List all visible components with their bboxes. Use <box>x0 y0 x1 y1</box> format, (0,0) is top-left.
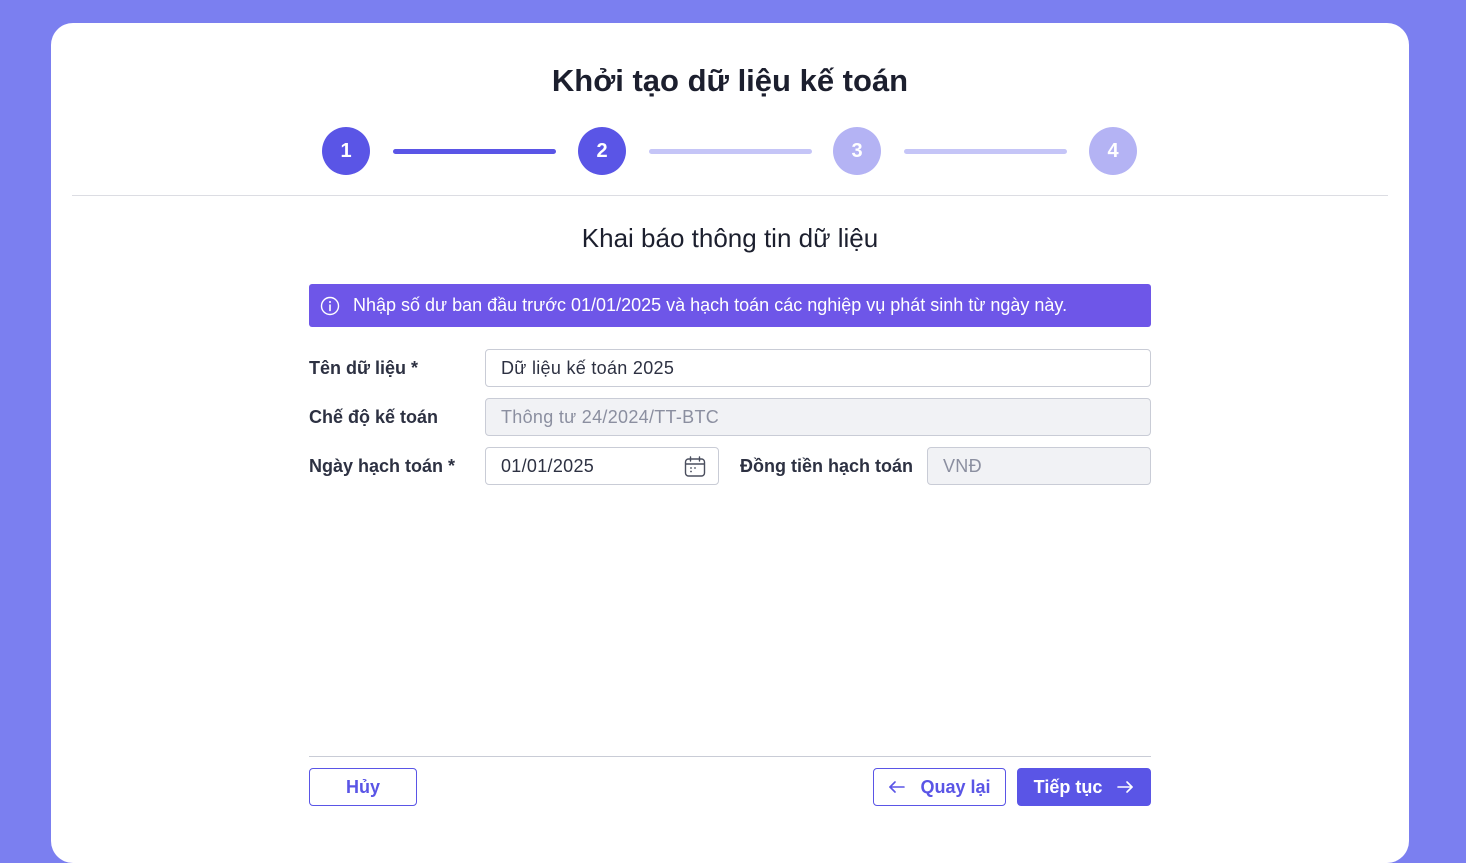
cancel-button-label: Hủy <box>345 776 380 797</box>
next-button[interactable]: Tiếp tục <box>1017 768 1151 806</box>
header-divider <box>72 195 1388 196</box>
arrow-left-icon <box>889 781 906 793</box>
step-4[interactable]: 4 <box>1089 127 1137 175</box>
accounting-regime-field: Thông tư 24/2024/TT-BTC <box>485 398 1151 436</box>
currency-label: Đồng tiền hạch toán <box>740 455 913 476</box>
info-icon <box>320 296 340 315</box>
step-2[interactable]: 2 <box>578 127 626 175</box>
step-3[interactable]: 3 <box>833 127 881 175</box>
step-connector-3-4 <box>904 149 1067 154</box>
step-1[interactable]: 1 <box>322 127 370 175</box>
accounting-date-input[interactable]: 01/01/2025 <box>485 447 719 485</box>
accounting-date-label: Ngày hạch toán * <box>309 455 456 476</box>
info-banner-text: Nhập số dư ban đầu trước 01/01/2025 và h… <box>353 295 1068 315</box>
footer-divider <box>309 756 1151 757</box>
data-name-input[interactable]: Dữ liệu kế toán 2025 <box>485 349 1151 387</box>
data-name-label: Tên dữ liệu * <box>309 357 419 378</box>
setup-wizard-card: Khởi tạo dữ liệu kế toán 1 2 3 4 Khai bá… <box>51 23 1409 863</box>
step-connector-2-3 <box>649 149 812 154</box>
info-banner: Nhập số dư ban đầu trước 01/01/2025 và h… <box>309 284 1151 327</box>
step-connector-1-2 <box>393 149 556 154</box>
arrow-right-icon <box>1117 781 1134 793</box>
back-button-label: Quay lại <box>920 776 991 797</box>
page-title: Khởi tạo dữ liệu kế toán <box>551 63 909 98</box>
cancel-button[interactable]: Hủy <box>309 768 417 806</box>
calendar-icon[interactable] <box>683 455 707 479</box>
currency-field: VNĐ <box>927 447 1151 485</box>
stepper: 1 2 3 4 <box>322 127 1138 175</box>
next-button-label: Tiếp tục <box>1033 776 1103 797</box>
accounting-regime-label: Chế độ kế toán <box>309 406 439 427</box>
back-button[interactable]: Quay lại <box>873 768 1006 806</box>
section-title: Khai báo thông tin dữ liệu <box>581 223 879 253</box>
accounting-date-value: 01/01/2025 <box>501 455 595 476</box>
